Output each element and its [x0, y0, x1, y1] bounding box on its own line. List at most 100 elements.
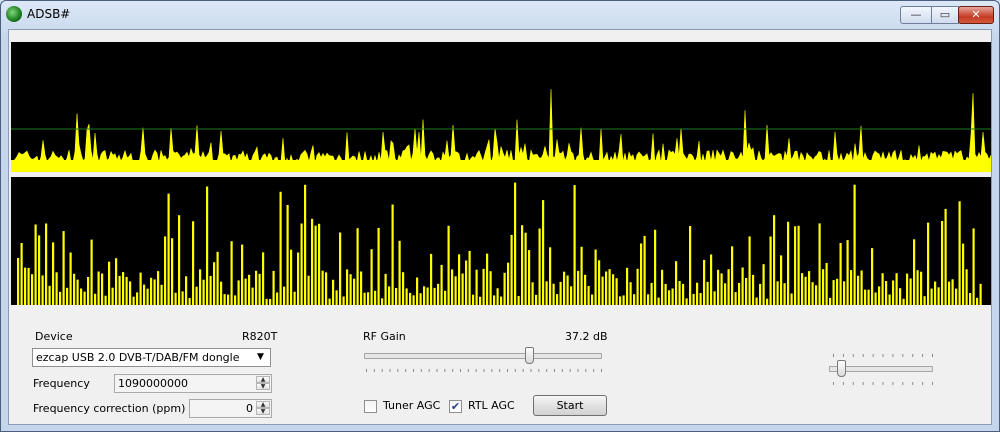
- pulse-bar: [468, 250, 471, 305]
- window-title: ADSB#: [27, 7, 71, 21]
- pulse-bar: [927, 222, 930, 305]
- pulse-bar: [850, 270, 853, 305]
- pulse-bar: [580, 246, 583, 305]
- pulse-bar: [17, 258, 20, 305]
- pulse-bar: [339, 232, 342, 305]
- pulse-bar: [790, 293, 793, 305]
- pulse-bar: [332, 279, 335, 305]
- pulse-bar: [20, 243, 23, 305]
- pulse-bar: [801, 273, 804, 305]
- pulse-bar: [577, 270, 580, 305]
- pulse-bar: [843, 281, 846, 305]
- pulse-bar: [94, 293, 97, 305]
- app-icon: [6, 6, 22, 22]
- pulse-bar: [710, 254, 713, 305]
- side-slider[interactable]: [837, 360, 847, 377]
- correction-up-icon[interactable]: ▲: [256, 401, 270, 408]
- device-select[interactable]: ezcap USB 2.0 DVB-T/DAB/FM dongle ▼: [32, 348, 271, 367]
- frequency-field[interactable]: 1090000000 ▲ ▼: [114, 374, 272, 393]
- chevron-down-icon[interactable]: ▼: [253, 350, 268, 365]
- pulse-bar: [832, 280, 835, 305]
- pulse-bar: [237, 280, 240, 305]
- pulse-bar: [195, 286, 198, 305]
- pulse-bar: [703, 259, 706, 305]
- pulse-bar: [773, 215, 776, 305]
- rtl-agc-checkbox[interactable]: ✔: [449, 400, 462, 413]
- pulse-bar: [118, 275, 121, 305]
- pulse-bar: [692, 293, 695, 305]
- start-button[interactable]: Start: [533, 395, 607, 416]
- pulse-bar: [661, 269, 664, 305]
- minimize-button[interactable]: —: [900, 6, 932, 24]
- pulse-bar: [269, 299, 272, 305]
- pulse-bar: [906, 273, 909, 305]
- pulse-bar: [157, 271, 160, 305]
- pulse-bar: [279, 191, 282, 305]
- frequency-up-icon[interactable]: ▲: [256, 376, 270, 383]
- frequency-down-icon[interactable]: ▼: [256, 383, 270, 390]
- pulse-bar: [601, 276, 604, 305]
- pulse-bar: [125, 276, 128, 305]
- tuner-agc-checkbox[interactable]: [364, 400, 377, 413]
- rf-gain-track[interactable]: [364, 353, 602, 359]
- pulse-bar: [90, 239, 93, 305]
- pulse-bar: [115, 258, 118, 305]
- pulse-bar: [31, 274, 34, 305]
- pulse-bar: [174, 292, 177, 305]
- pulse-bar: [199, 269, 202, 305]
- pulse-bar: [563, 271, 566, 305]
- pulse-bar: [192, 221, 195, 305]
- pulse-bar: [584, 274, 587, 305]
- rf-gain-slider[interactable]: [525, 347, 535, 364]
- pulse-bar: [556, 294, 559, 305]
- pulse-bar: [444, 290, 447, 305]
- pulse-bar: [69, 252, 72, 305]
- pulse-bar: [482, 268, 485, 305]
- pulse-bar: [220, 281, 223, 305]
- pulse-bar: [290, 249, 293, 305]
- pulse-bar: [860, 270, 863, 305]
- pulse-bar: [216, 251, 219, 305]
- pulse-bar: [461, 273, 464, 305]
- pulse-bar: [559, 281, 562, 305]
- frequency-label: Frequency: [33, 377, 90, 390]
- pulse-bar: [185, 276, 188, 305]
- maximize-button[interactable]: ▭: [931, 6, 959, 24]
- pulse-plot: [17, 182, 982, 305]
- pulse-bar: [160, 284, 163, 305]
- pulse-bar: [640, 243, 643, 305]
- pulse-bar: [139, 272, 142, 305]
- pulse-bar: [356, 228, 359, 305]
- pulse-bar: [829, 297, 832, 305]
- pulse-bar: [188, 298, 191, 305]
- pulse-bar: [101, 273, 104, 305]
- pulse-bar: [626, 267, 629, 305]
- pulse-bar: [248, 274, 251, 305]
- pulse-bar: [857, 275, 860, 305]
- pulse-bar: [181, 291, 184, 305]
- pulse-bar: [937, 287, 940, 305]
- close-button[interactable]: ✕: [958, 6, 994, 24]
- pulse-bar: [521, 225, 524, 305]
- pulse-bar: [909, 278, 912, 305]
- pulse-bar: [76, 279, 79, 305]
- title-bar[interactable]: ADSB# — ▭ ✕: [1, 1, 999, 29]
- pulse-bar: [605, 271, 608, 305]
- correction-field[interactable]: 0 ▲ ▼: [189, 399, 272, 418]
- correction-label: Frequency correction (ppm): [33, 402, 186, 415]
- pulse-bar: [150, 277, 153, 305]
- pulse-bar: [507, 262, 510, 305]
- pulse-bar: [734, 292, 737, 305]
- correction-down-icon[interactable]: ▼: [256, 408, 270, 415]
- pulse-bar: [538, 228, 541, 305]
- pulse-bar: [615, 278, 618, 305]
- pulse-bar: [972, 228, 975, 305]
- spectrum-plot: [11, 89, 991, 172]
- pulse-bar: [902, 298, 905, 305]
- pulse-bar: [524, 232, 527, 305]
- pulse-bar: [496, 288, 499, 305]
- pulse-bar: [206, 186, 209, 305]
- rf-gain-ticks: [366, 369, 602, 372]
- pulse-bar: [664, 283, 667, 305]
- pulse-bar: [360, 271, 363, 305]
